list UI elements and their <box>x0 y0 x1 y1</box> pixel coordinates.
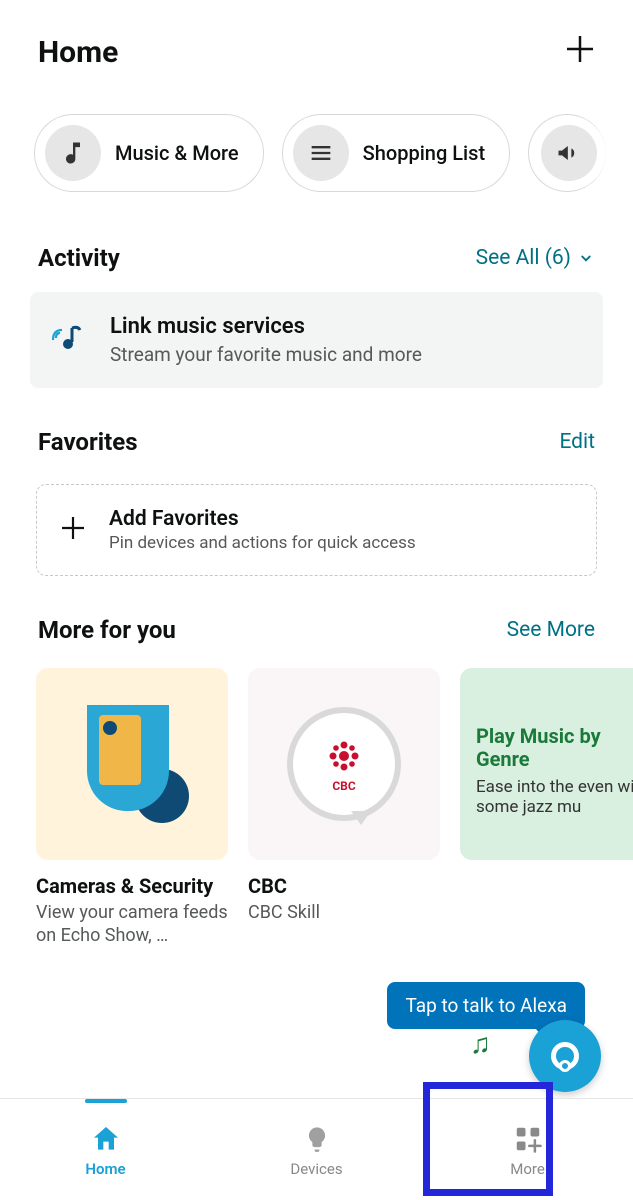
nav-label: Devices <box>290 1160 342 1178</box>
music-notes-icon: ♫ <box>470 1027 491 1060</box>
shortcut-announce[interactable] <box>528 114 606 192</box>
home-icon <box>89 1122 123 1156</box>
more-card-title: Cameras & Security <box>36 874 228 898</box>
nav-label: More <box>510 1160 545 1178</box>
more-card-subtitle: View your camera feeds on Echo Show, … <box>36 902 228 947</box>
bottom-nav: Home Devices More <box>0 1098 633 1200</box>
nav-home[interactable]: Home <box>0 1099 211 1200</box>
activity-see-all-link[interactable]: See All (6) <box>476 246 595 270</box>
chevron-down-icon <box>577 249 595 267</box>
alexa-ring-icon <box>551 1042 579 1070</box>
nav-devices[interactable]: Devices <box>211 1099 422 1200</box>
nav-more[interactable]: More <box>422 1099 633 1200</box>
music-wave-icon <box>52 320 88 360</box>
shortcut-label: Music & More <box>115 141 239 165</box>
activity-card-subtitle: Stream your favorite music and more <box>110 343 422 366</box>
add-favorites-card[interactable]: Add Favorites Pin devices and actions fo… <box>36 484 597 576</box>
more-card-subtitle: Ease into the even with some jazz mu <box>476 777 633 817</box>
shortcut-label: Shopping List <box>363 141 485 165</box>
add-button[interactable] <box>565 34 595 70</box>
megaphone-icon <box>541 125 597 181</box>
shortcut-shopping-list[interactable]: Shopping List <box>282 114 510 192</box>
bulb-icon <box>300 1122 334 1156</box>
more-card-title: CBC <box>248 874 440 898</box>
more-card-title: Play Music by Genre <box>476 725 633 771</box>
grid-plus-icon <box>511 1122 545 1156</box>
more-card-play-music[interactable]: Play Music by Genre Ease into the even w… <box>460 668 633 947</box>
favorites-heading: Favorites <box>38 428 138 456</box>
plus-icon <box>59 514 87 547</box>
more-see-more-link[interactable]: See More <box>507 618 595 642</box>
camera-illustration-icon <box>67 699 197 829</box>
more-for-you-row: Cameras & Security View your camera feed… <box>0 656 633 947</box>
activity-card-link-music[interactable]: Link music services Stream your favorite… <box>30 292 603 388</box>
page-title: Home <box>38 35 118 70</box>
cbc-skill-icon: CBC <box>287 707 401 821</box>
list-icon <box>293 125 349 181</box>
add-favorites-title: Add Favorites <box>109 507 416 531</box>
see-all-text: See All (6) <box>476 246 571 270</box>
shortcut-row: Music & More Shopping List <box>0 84 633 204</box>
activity-heading: Activity <box>38 244 120 272</box>
more-card-subtitle: CBC Skill <box>248 902 440 925</box>
add-favorites-subtitle: Pin devices and actions for quick access <box>109 533 416 553</box>
more-for-you-heading: More for you <box>38 616 176 644</box>
shortcut-music-more[interactable]: Music & More <box>34 114 264 192</box>
more-card-cameras[interactable]: Cameras & Security View your camera feed… <box>36 668 228 947</box>
alexa-fab-button[interactable] <box>529 1020 601 1092</box>
music-note-icon <box>45 125 101 181</box>
plus-icon <box>565 34 595 64</box>
nav-label: Home <box>85 1160 125 1178</box>
cbc-badge-text: CBC <box>332 779 355 793</box>
favorites-edit-link[interactable]: Edit <box>559 430 595 454</box>
more-card-cbc[interactable]: CBC CBC CBC Skill <box>248 668 440 947</box>
activity-card-title: Link music services <box>110 314 422 339</box>
